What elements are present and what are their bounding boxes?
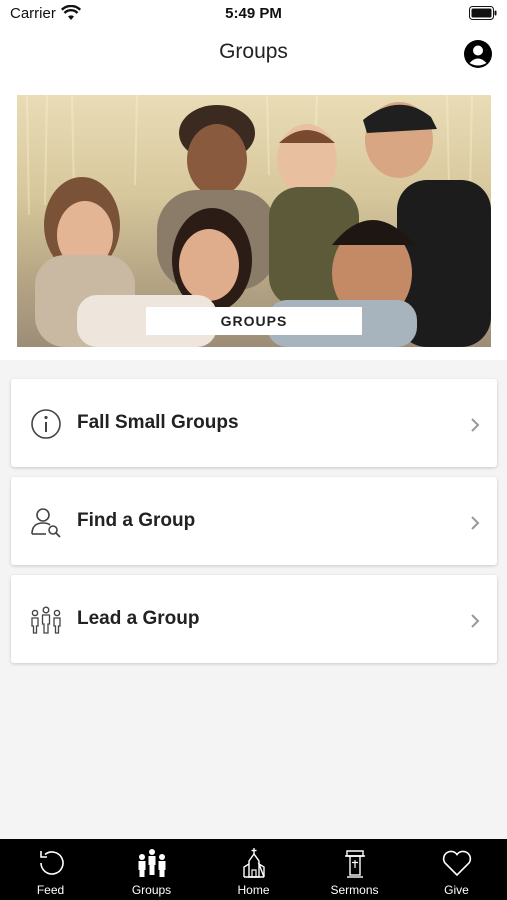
tab-give[interactable]: Give xyxy=(406,839,507,900)
feed-icon xyxy=(40,851,64,875)
tab-label: Give xyxy=(444,883,469,897)
nav-bar: Groups xyxy=(0,28,507,86)
menu-item-find-a-group[interactable]: Find a Group xyxy=(11,477,497,565)
tab-sermons[interactable]: Sermons xyxy=(304,839,405,900)
battery-icon xyxy=(469,6,497,20)
page-title: Groups xyxy=(219,40,288,63)
tab-label: Feed xyxy=(36,883,65,897)
pulpit-icon xyxy=(345,850,365,878)
info-icon xyxy=(31,409,61,439)
chevron-right-icon xyxy=(471,516,480,530)
menu-item-lead-a-group[interactable]: Lead a Group xyxy=(11,575,497,663)
menu-item-label: Lead a Group xyxy=(77,608,200,629)
tab-home[interactable]: Home xyxy=(203,839,304,900)
group-icon xyxy=(31,606,61,634)
chevron-right-icon xyxy=(471,418,480,432)
menu-item-fall-small-groups[interactable]: Fall Small Groups xyxy=(11,379,497,467)
heart-icon xyxy=(442,850,472,877)
chevron-right-icon xyxy=(471,614,480,628)
hero-section: GROUPS xyxy=(0,86,507,360)
hero-label: GROUPS xyxy=(146,307,362,335)
tab-feed[interactable]: Feed xyxy=(0,839,101,900)
hero-photo[interactable]: GROUPS xyxy=(17,95,491,347)
tab-label: Sermons xyxy=(330,883,379,897)
church-icon xyxy=(243,848,265,878)
status-bar: Carrier 5:49 PM xyxy=(0,0,507,28)
tab-label: Groups xyxy=(131,883,172,897)
status-time: 5:49 PM xyxy=(225,5,282,22)
groups-icon xyxy=(138,849,166,877)
person-search-icon xyxy=(31,508,61,538)
profile-icon[interactable] xyxy=(463,39,493,69)
tab-groups[interactable]: Groups xyxy=(101,839,202,900)
menu-item-label: Find a Group xyxy=(77,510,196,531)
menu-item-label: Fall Small Groups xyxy=(77,412,239,433)
tab-bar: Feed Groups Home Sermons Give xyxy=(0,839,507,900)
tab-label: Home xyxy=(237,883,270,897)
